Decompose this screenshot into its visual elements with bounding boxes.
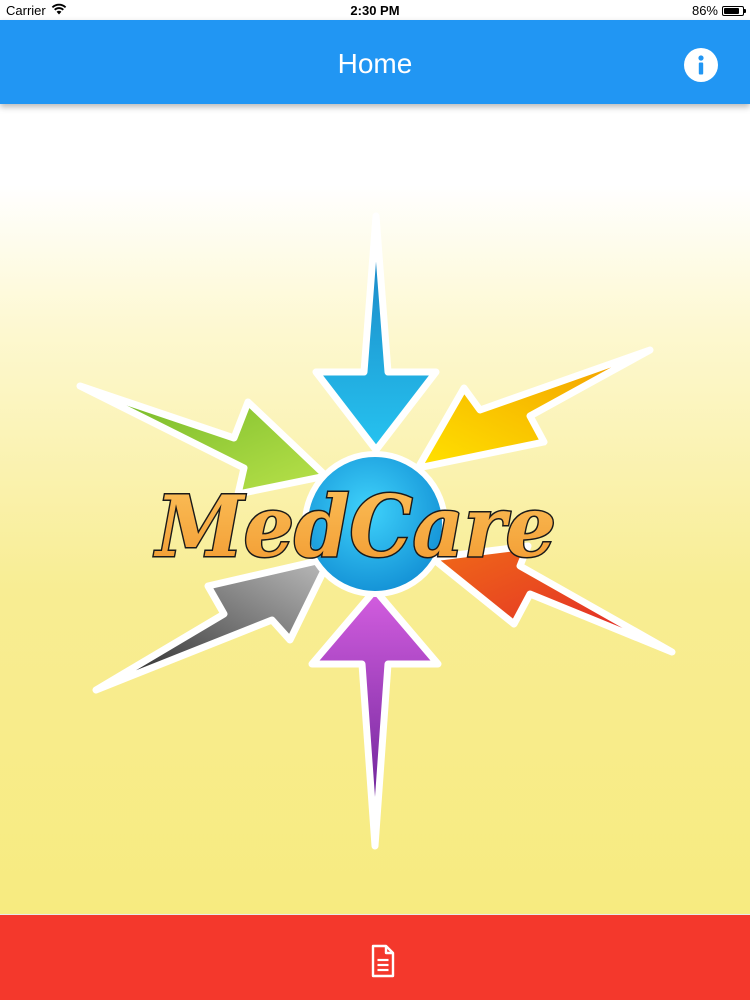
page-title: Home xyxy=(337,48,413,79)
info-circle-icon xyxy=(698,55,704,75)
home-content: MedCare xyxy=(0,104,750,914)
bottom-bar xyxy=(0,914,750,1000)
battery-icon xyxy=(722,5,746,16)
logo-arrow-gray xyxy=(92,554,334,694)
status-bar: Carrier 2:30 PM 86% xyxy=(0,0,750,20)
medcare-logo: MedCare xyxy=(76,212,676,850)
battery-fill xyxy=(724,7,739,14)
status-time: 2:30 PM xyxy=(350,3,400,18)
logo-arrow-yellow xyxy=(414,346,654,472)
document-icon xyxy=(371,944,395,978)
status-right: 86% xyxy=(691,3,746,18)
battery-percent: 86% xyxy=(691,3,718,18)
logo-wordmark: MedCare xyxy=(153,477,556,576)
info-button[interactable] xyxy=(684,48,718,82)
app-bar: Home xyxy=(0,20,750,104)
screen: Carrier 2:30 PM 86% Home MedCare xyxy=(0,0,750,1000)
logo-arrow-blue xyxy=(312,212,440,454)
logo-arrow-purple xyxy=(308,586,442,850)
document-button[interactable] xyxy=(366,943,400,979)
